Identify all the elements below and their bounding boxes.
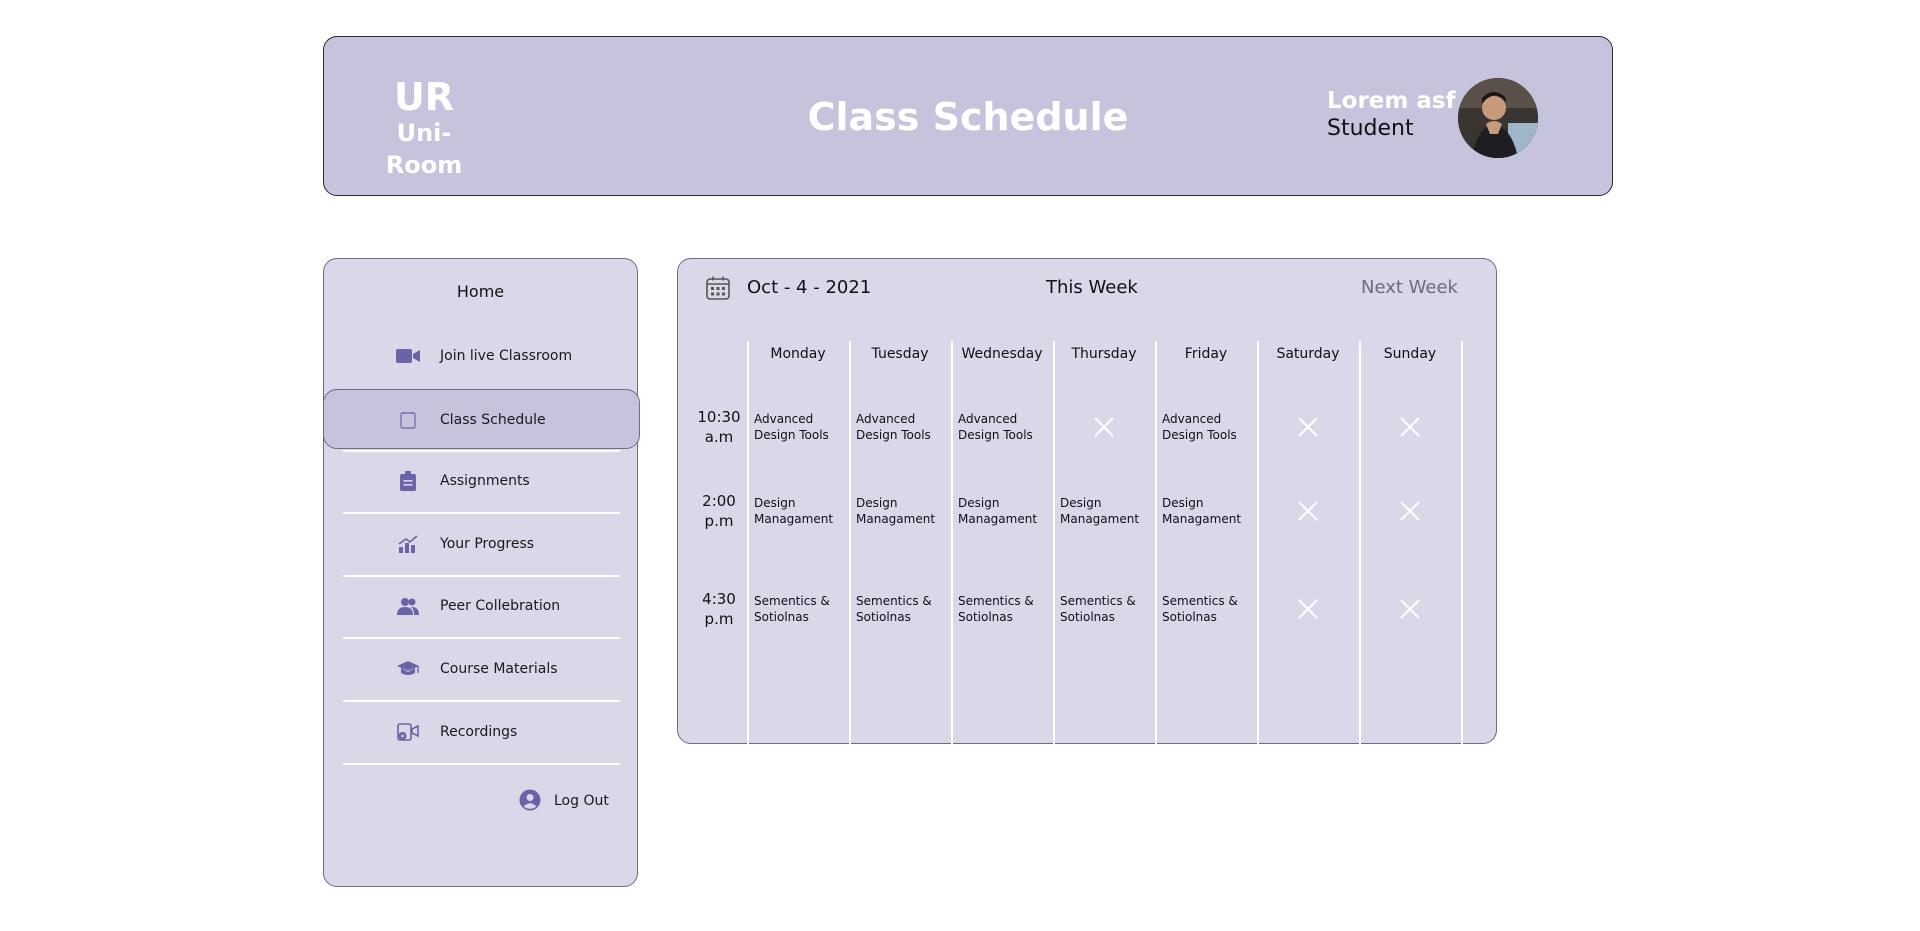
sidebar-item-your-progress[interactable]: Your Progress — [324, 514, 639, 574]
day-header: Wednesday — [961, 346, 1043, 362]
sidebar-item-label: Peer Collebration — [440, 598, 561, 614]
sidebar-item-label: Assignments — [440, 473, 530, 489]
column-divider — [1359, 341, 1361, 745]
column-divider — [1155, 341, 1157, 745]
column-divider — [849, 341, 851, 745]
no-class-icon — [1298, 417, 1318, 437]
class-entry[interactable]: Advanced Design Tools — [1158, 411, 1256, 443]
time-slot-label: 10:30 a.m — [697, 408, 741, 446]
sidebar-item-label: Your Progress — [440, 536, 535, 552]
class-entry[interactable]: Design Managament — [954, 495, 1052, 527]
app-header: UR Uni-Room Class Schedule Lorem asf Stu… — [323, 36, 1613, 196]
no-class-icon — [1298, 501, 1318, 521]
sidebar-item-home[interactable]: Home — [324, 281, 637, 303]
class-entry[interactable]: Sementics & Sotiolnas — [750, 593, 848, 625]
column-divider — [951, 341, 953, 745]
graduation-cap-icon — [396, 657, 420, 681]
logout-label: Log Out — [554, 793, 609, 809]
sidebar-item-label: Join live Classroom — [440, 348, 573, 364]
clipboard-icon — [396, 469, 420, 493]
column-divider — [1257, 341, 1259, 745]
sidebar-item-recordings[interactable]: Recordings — [324, 702, 639, 762]
sidebar: Home Join live Classroom Class Schedule … — [323, 258, 640, 887]
this-week-button[interactable]: This Week — [1046, 276, 1138, 300]
current-date: Oct - 4 - 2021 — [747, 277, 872, 298]
day-header: Sunday — [1383, 346, 1437, 362]
sidebar-item-label: Class Schedule — [440, 412, 546, 428]
user-name: Lorem asf — [1327, 88, 1456, 114]
sidebar-item-join-live-classroom[interactable]: Join live Classroom — [324, 326, 639, 386]
sidebar-item-peer-collebration[interactable]: Peer Collebration — [324, 576, 639, 636]
calendar-icon[interactable] — [705, 275, 731, 301]
class-entry[interactable]: Design Managament — [750, 495, 848, 527]
column-divider — [1461, 341, 1463, 745]
class-entry[interactable]: Design Managament — [852, 495, 950, 527]
schedule-panel: Oct - 4 - 2021 This Week Next Week Monda… — [677, 258, 1497, 745]
user-info: Lorem asf Student — [1327, 87, 1456, 143]
time-slot-label: 2:00 p.m — [702, 492, 736, 530]
class-entry[interactable]: Design Managament — [1158, 495, 1256, 527]
class-entry[interactable]: Design Managament — [1056, 495, 1154, 527]
next-week-button[interactable]: Next Week — [1361, 276, 1458, 300]
class-entry[interactable]: Advanced Design Tools — [750, 411, 848, 443]
sidebar-item-label: Course Materials — [440, 661, 558, 677]
time-slot-label: 4:30 p.m — [702, 590, 736, 628]
chart-icon — [396, 532, 420, 556]
user-role: Student — [1327, 116, 1414, 141]
calendar-icon — [396, 408, 420, 432]
day-header: Thursday — [1071, 346, 1137, 362]
day-header: Tuesday — [871, 346, 929, 362]
day-header: Saturday — [1276, 346, 1340, 362]
divider — [343, 763, 620, 765]
no-class-icon — [1094, 417, 1114, 437]
sidebar-item-course-materials[interactable]: Course Materials — [324, 639, 639, 699]
class-entry[interactable]: Sementics & Sotiolnas — [954, 593, 1052, 625]
no-class-icon — [1400, 417, 1420, 437]
day-header: Friday — [1184, 346, 1228, 362]
column-divider — [747, 341, 749, 745]
class-entry[interactable]: Sementics & Sotiolnas — [852, 593, 950, 625]
class-entry[interactable]: Advanced Design Tools — [954, 411, 1052, 443]
user-circle-icon — [519, 789, 543, 813]
column-divider — [1053, 341, 1055, 745]
recording-icon — [396, 720, 420, 744]
sidebar-item-label: Recordings — [440, 724, 518, 740]
class-entry[interactable]: Sementics & Sotiolnas — [1056, 593, 1154, 625]
class-entry[interactable]: Advanced Design Tools — [852, 411, 950, 443]
no-class-icon — [1298, 599, 1318, 619]
sidebar-item-class-schedule[interactable]: Class Schedule — [323, 389, 640, 449]
day-header: Monday — [770, 346, 826, 362]
video-camera-icon — [396, 344, 420, 368]
class-entry[interactable]: Sementics & Sotiolnas — [1158, 593, 1256, 625]
no-class-icon — [1400, 599, 1420, 619]
avatar[interactable] — [1458, 78, 1538, 158]
people-icon — [396, 594, 420, 618]
sidebar-item-assignments[interactable]: Assignments — [324, 451, 639, 511]
no-class-icon — [1400, 501, 1420, 521]
